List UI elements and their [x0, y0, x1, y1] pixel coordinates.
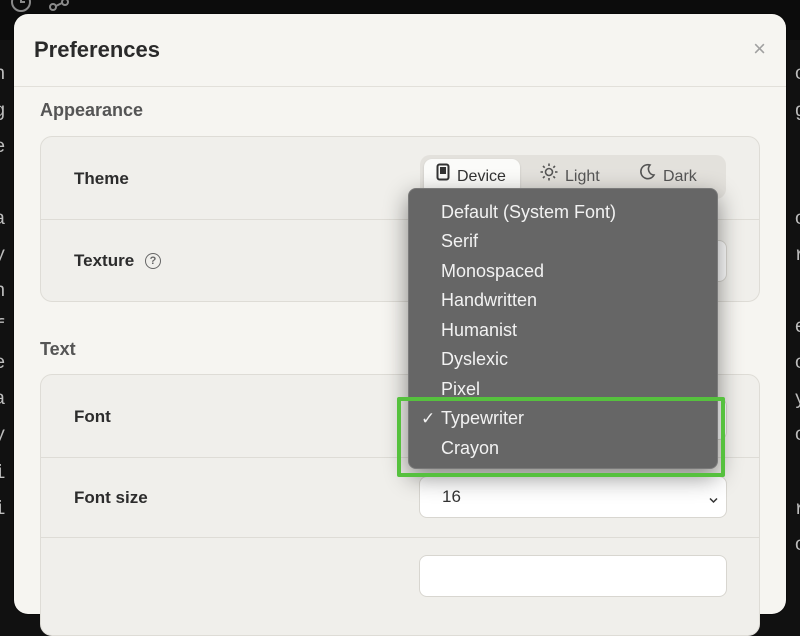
background-text-fragment: a	[0, 208, 5, 230]
font-option-dyslexic[interactable]: Dyslexic	[441, 349, 508, 370]
font-size-label: Font size	[74, 488, 148, 507]
font-option-handwritten[interactable]: Handwritten	[441, 290, 537, 311]
theme-option-label: Light	[565, 168, 600, 186]
appearance-heading: Appearance	[40, 100, 144, 120]
background-text-fragment: o	[795, 424, 800, 446]
background-text-fragment: e	[0, 136, 5, 158]
theme-label: Theme	[74, 169, 129, 188]
font-option-serif[interactable]: Serif	[441, 231, 478, 252]
help-icon[interactable]: ?	[145, 253, 161, 269]
font-option-default[interactable]: Default (System Font)	[441, 202, 616, 223]
background-text-fragment: f	[0, 316, 5, 338]
font-size-select[interactable]: 16	[419, 476, 727, 518]
background-text-fragment: i	[0, 462, 5, 484]
title-divider	[14, 86, 786, 87]
theme-option-label: Device	[457, 168, 506, 186]
background-text-fragment: a	[0, 388, 5, 410]
background-text-fragment: i	[0, 498, 5, 520]
background-text-fragment: h	[0, 63, 5, 85]
background-text-fragment: n	[0, 280, 5, 302]
font-label: Font	[74, 407, 111, 426]
background-text-fragment: g	[795, 100, 800, 122]
background-text-fragment: r	[795, 244, 800, 266]
background-text-fragment: y	[795, 388, 800, 410]
background-text-fragment: y	[0, 244, 5, 266]
chevron-down-icon	[709, 490, 718, 504]
font-option-monospaced[interactable]: Monospaced	[441, 261, 544, 282]
background-text-fragment: o	[795, 208, 800, 230]
history-icon[interactable]	[10, 0, 32, 14]
background-text-fragment: e	[795, 316, 800, 338]
font-size-value: 16	[442, 487, 461, 506]
background-text-fragment: g	[0, 100, 5, 122]
font-option-humanist[interactable]: Humanist	[441, 320, 517, 341]
texture-label: Texture	[74, 251, 135, 270]
background-text-fragment: o	[795, 352, 800, 374]
background-text-fragment: r	[795, 498, 800, 520]
share-icon[interactable]	[48, 0, 70, 14]
theme-option-label: Dark	[663, 168, 697, 186]
text-heading: Text	[40, 339, 76, 359]
row-divider	[41, 537, 759, 538]
background-text-fragment: e	[0, 352, 5, 374]
close-button[interactable]: ×	[753, 38, 766, 60]
background-text-fragment: y	[0, 424, 5, 446]
background-text-fragment: o	[795, 63, 800, 85]
background-text-fragment: o	[795, 534, 800, 556]
dialog-title: Preferences	[34, 37, 160, 62]
next-setting-select[interactable]	[419, 555, 727, 597]
highlight-annotation	[397, 397, 725, 477]
